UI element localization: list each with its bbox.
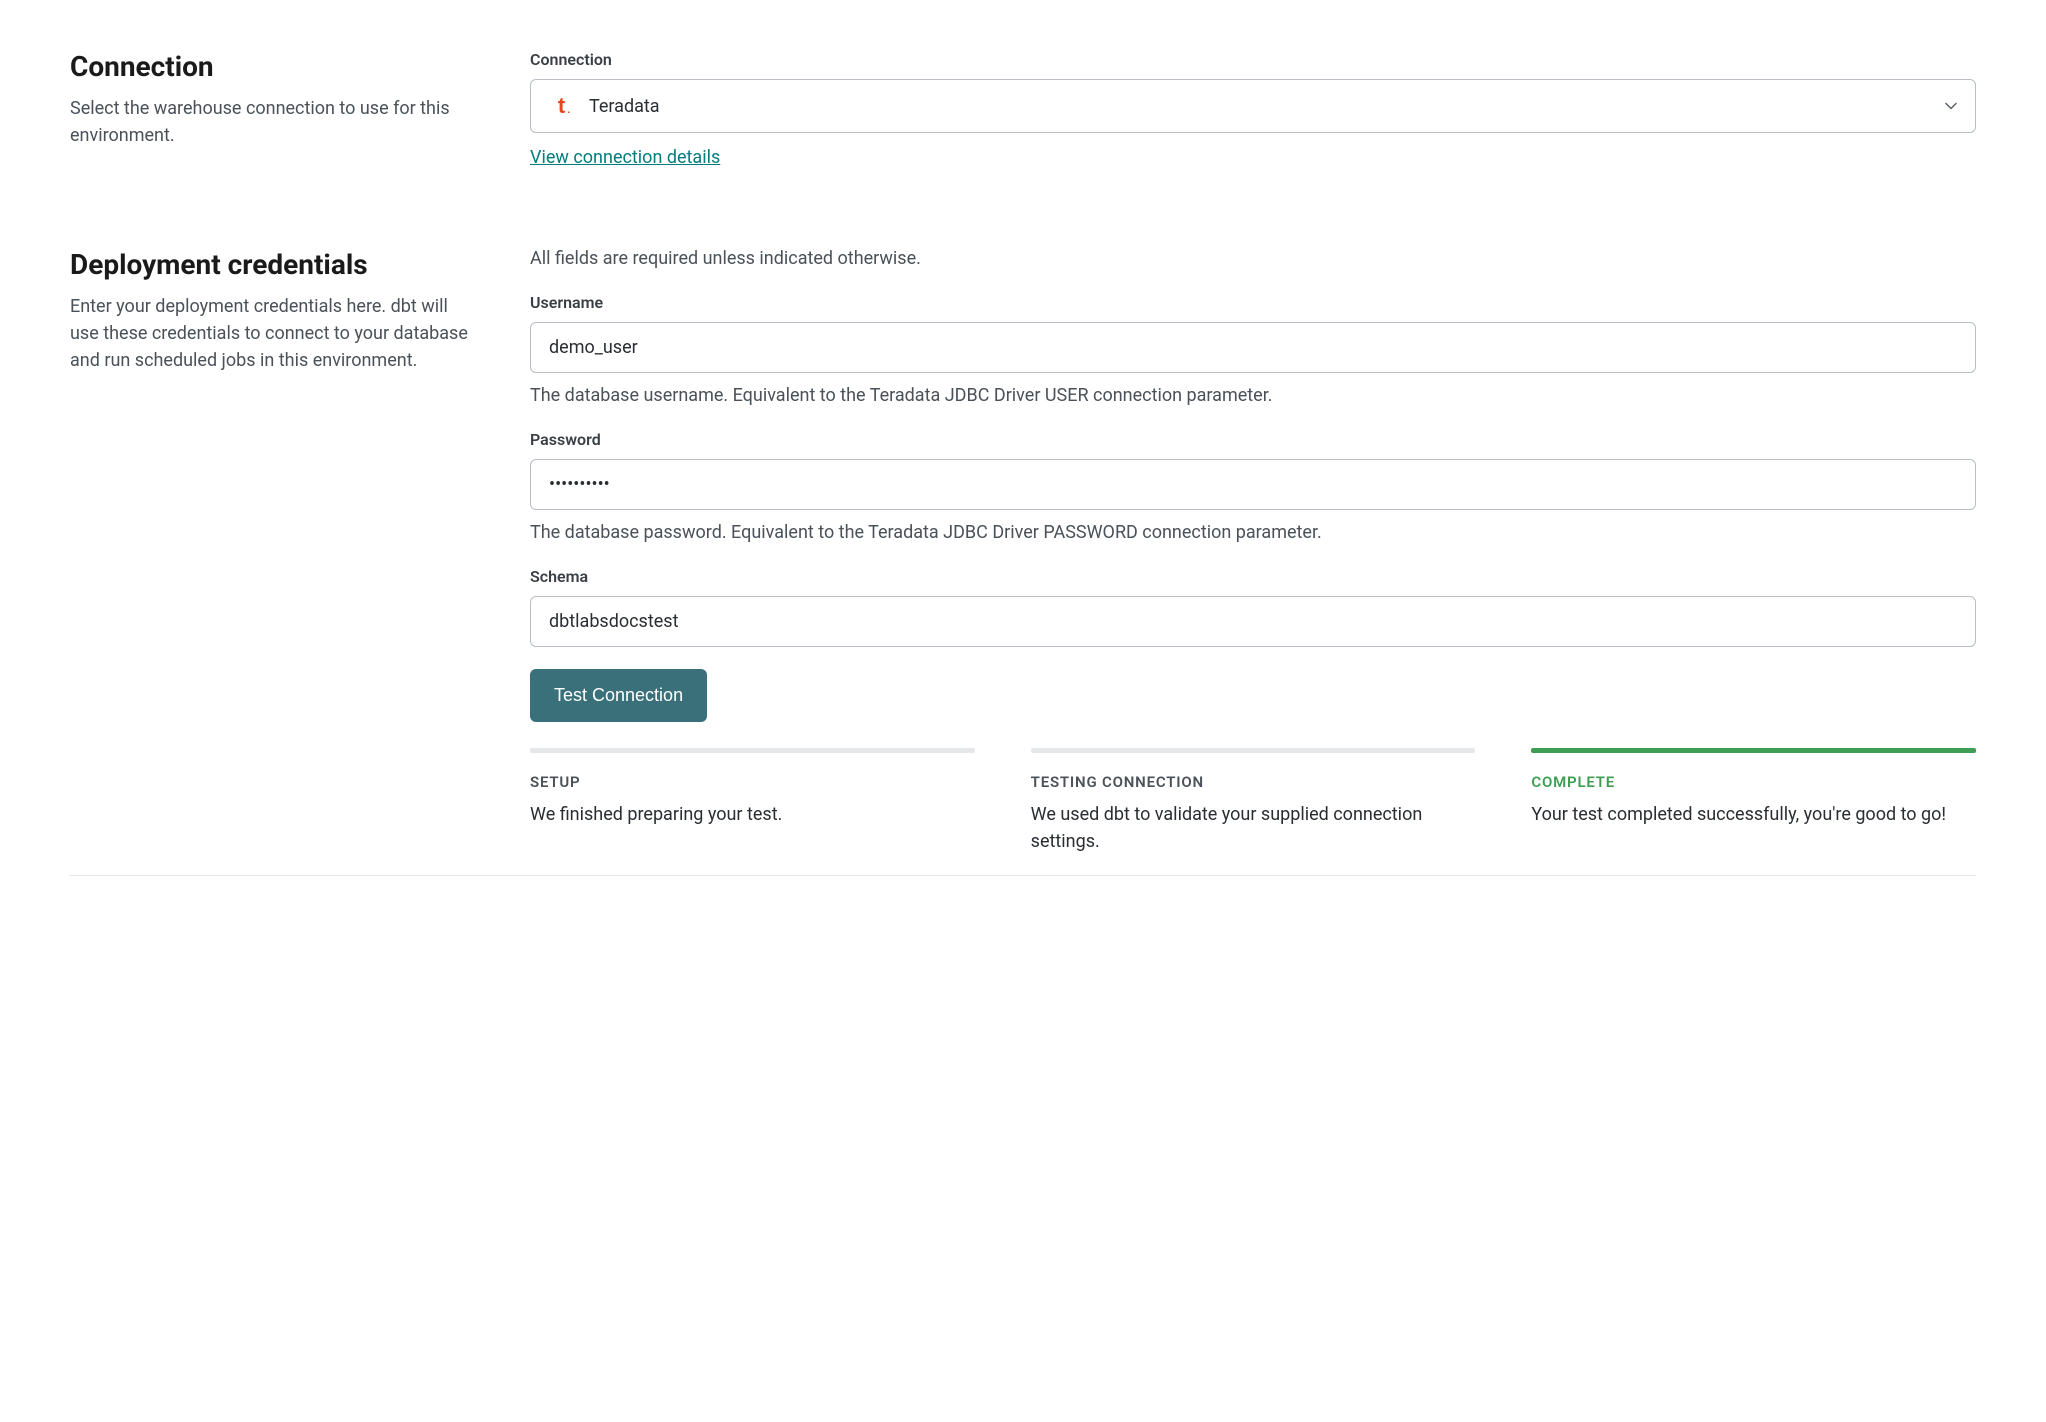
progress-steps: SETUP We finished preparing your test. T… [530,748,1976,855]
password-help: The database password. Equivalent to the… [530,520,1976,545]
password-label: Password [530,430,1976,449]
credentials-section-right: All fields are required unless indicated… [530,248,1976,855]
connection-field-label: Connection [530,50,1976,69]
step-complete-desc: Your test completed successfully, you're… [1531,801,1976,828]
chevron-down-icon [1945,99,1957,113]
password-input[interactable] [530,459,1976,510]
step-complete-title: COMPLETE [1531,773,1976,791]
username-input[interactable] [530,322,1976,373]
step-testing: TESTING CONNECTION We used dbt to valida… [1031,748,1476,855]
connection-dropdown[interactable]: t Teradata [530,79,1976,133]
username-label: Username [530,293,1976,312]
view-connection-details-link[interactable]: View connection details [530,147,720,168]
step-complete-bar [1531,748,1976,753]
connection-description: Select the warehouse connection to use f… [70,95,470,149]
test-connection-button[interactable]: Test Connection [530,669,707,722]
step-complete: COMPLETE Your test completed successfull… [1531,748,1976,855]
credentials-title: Deployment credentials [70,248,470,281]
step-testing-desc: We used dbt to validate your supplied co… [1031,801,1476,855]
credentials-section: Deployment credentials Enter your deploy… [70,248,1976,855]
connection-section: Connection Select the warehouse connecti… [70,50,1976,168]
username-group: Username The database username. Equivale… [530,293,1976,408]
section-divider [70,875,1976,876]
connection-section-left: Connection Select the warehouse connecti… [70,50,470,168]
step-setup-bar [530,748,975,753]
required-note: All fields are required unless indicated… [530,248,1976,269]
credentials-description: Enter your deployment credentials here. … [70,293,470,374]
schema-input[interactable] [530,596,1976,647]
step-setup-desc: We finished preparing your test. [530,801,975,828]
schema-group: Schema [530,567,1976,647]
password-group: Password The database password. Equivale… [530,430,1976,545]
connection-section-right: Connection t Teradata View connection de… [530,50,1976,168]
username-help: The database username. Equivalent to the… [530,383,1976,408]
teradata-icon: t [549,94,573,118]
credentials-section-left: Deployment credentials Enter your deploy… [70,248,470,855]
step-setup-title: SETUP [530,773,975,791]
schema-label: Schema [530,567,1976,586]
dropdown-left: t Teradata [549,94,660,118]
step-testing-title: TESTING CONNECTION [1031,773,1476,791]
step-testing-bar [1031,748,1476,753]
step-setup: SETUP We finished preparing your test. [530,748,975,855]
connection-title: Connection [70,50,470,83]
connection-selected-value: Teradata [589,96,660,117]
